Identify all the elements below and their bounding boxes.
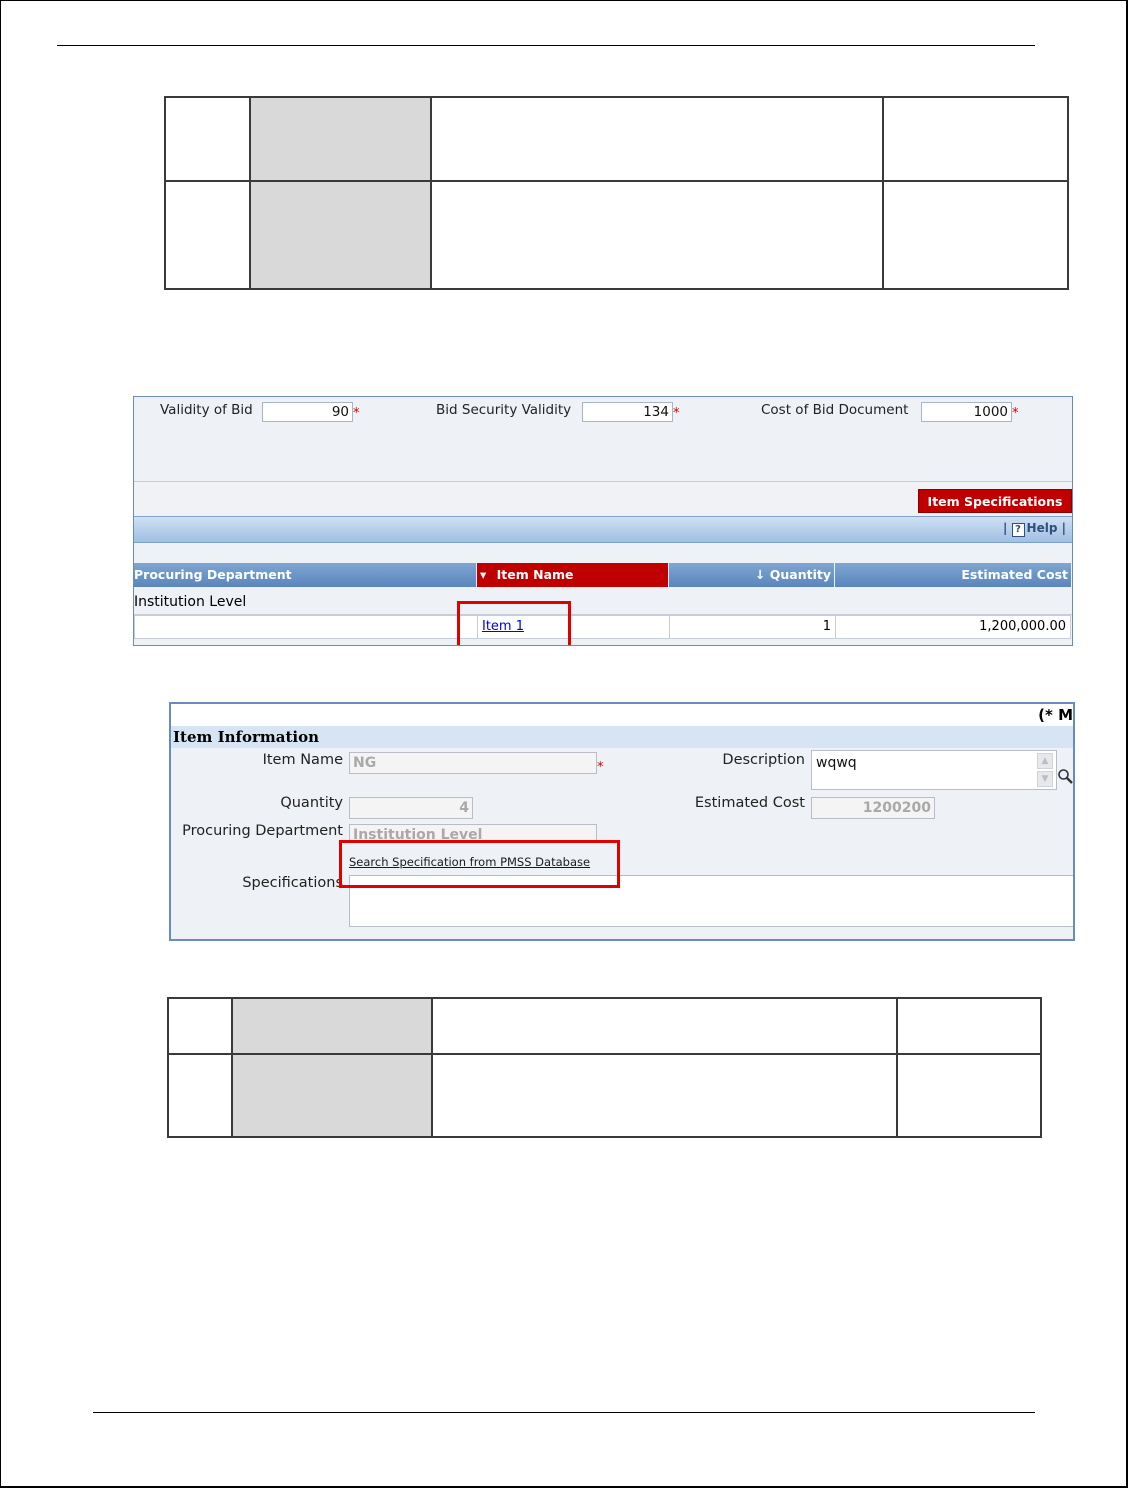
- mandatory-legend: (* M: [1038, 706, 1073, 724]
- table-cell: [164, 180, 251, 290]
- scroll-down-icon[interactable]: ▼: [1037, 771, 1053, 787]
- column-header-label: Estimated Cost: [961, 567, 1068, 582]
- column-header-label: Item Name: [496, 567, 574, 582]
- required-mark: *: [353, 406, 360, 421]
- item-information-header: Item Information: [171, 726, 1073, 748]
- column-header-procuring-department[interactable]: Procuring Department: [134, 563, 476, 587]
- procuring-department-label: Procuring Department: [182, 823, 343, 839]
- grid-toolbar: [134, 516, 1072, 543]
- table-cell-grey: [231, 997, 433, 1055]
- table-cell-grey: [231, 1053, 433, 1138]
- column-header-estimated-cost[interactable]: Estimated Cost: [835, 563, 1071, 587]
- required-mark: *: [1012, 406, 1019, 421]
- cost-of-bid-document-input[interactable]: 1000: [921, 402, 1012, 422]
- quantity-label: Quantity: [280, 795, 343, 811]
- quantity-input[interactable]: 4: [349, 797, 473, 819]
- table-cell: [882, 96, 1069, 182]
- description-value: wqwq: [816, 755, 857, 771]
- bottom-table: [167, 997, 1042, 1138]
- top-table: [164, 96, 1069, 290]
- specifications-label: Specifications: [242, 875, 343, 891]
- table-cell: [896, 997, 1042, 1055]
- estimated-cost-input[interactable]: 1200200: [811, 797, 935, 819]
- magnifier-icon[interactable]: [1057, 768, 1073, 784]
- column-header-item-name[interactable]: ▾ Item Name: [477, 563, 668, 587]
- separator: |: [1002, 521, 1008, 535]
- table-cell: [167, 1053, 233, 1138]
- top-strip: [171, 704, 1073, 726]
- sort-arrow-down-icon: ↓: [754, 567, 766, 582]
- table-cell-grey: [249, 180, 432, 290]
- column-header-label: Procuring Department: [134, 567, 292, 582]
- highlight-box-item-link: [457, 601, 571, 645]
- table-cell: [430, 180, 884, 290]
- item-information-screenshot: (* M Item Information Item Name NG * Des…: [169, 702, 1075, 941]
- table-cell: [167, 997, 233, 1055]
- help-link[interactable]: | ? Help |: [1003, 521, 1066, 537]
- bid-details-screenshot: Validity of Bid 90 * Bid Security Validi…: [133, 396, 1073, 646]
- validity-of-bid-label: Validity of Bid: [160, 402, 253, 418]
- sort-down-icon: ▾: [480, 567, 487, 582]
- header-rule: [57, 45, 1035, 46]
- table-cell: [431, 1053, 898, 1138]
- help-question-icon: ?: [1011, 523, 1025, 537]
- tab-item-specifications[interactable]: Item Specifications (1): [918, 489, 1072, 533]
- required-mark: *: [597, 760, 604, 775]
- table-cell: [164, 96, 251, 182]
- column-header-quantity[interactable]: ↓ Quantity: [669, 563, 834, 587]
- group-row-institution-level: Institution Level: [134, 589, 1072, 615]
- bid-security-validity-input[interactable]: 134: [582, 402, 673, 422]
- table-cell: [431, 997, 898, 1055]
- help-label: Help: [1026, 521, 1058, 535]
- item-name-input[interactable]: NG: [349, 752, 597, 774]
- description-label: Description: [722, 752, 805, 768]
- validity-of-bid-input[interactable]: 90: [262, 402, 353, 422]
- cell-procuring-department: [134, 615, 478, 639]
- description-textarea[interactable]: wqwq ▲ ▼: [811, 750, 1057, 790]
- table-cell: [430, 96, 884, 182]
- footer-rule: [93, 1412, 1035, 1413]
- column-header-label: Quantity: [769, 567, 831, 582]
- scroll-up-icon[interactable]: ▲: [1037, 753, 1053, 769]
- cell-quantity: 1: [669, 615, 836, 639]
- cell-estimated-cost: 1,200,000.00: [835, 615, 1071, 639]
- bid-security-validity-label: Bid Security Validity: [436, 402, 572, 418]
- table-cell: [882, 180, 1069, 290]
- table-cell: [896, 1053, 1042, 1138]
- required-mark: *: [673, 406, 680, 421]
- estimated-cost-label: Estimated Cost: [694, 795, 805, 811]
- item-name-label: Item Name: [262, 752, 343, 768]
- table-cell-grey: [249, 96, 432, 182]
- highlight-box-search-link: [339, 840, 620, 888]
- cost-of-bid-document-label: Cost of Bid Document: [761, 402, 909, 418]
- separator: |: [1061, 521, 1066, 535]
